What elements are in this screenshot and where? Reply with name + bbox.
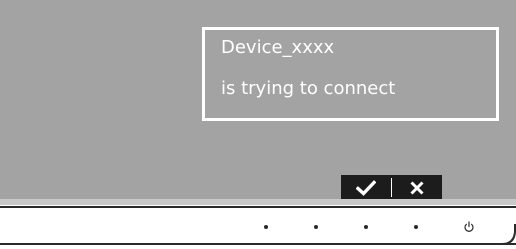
monitor-screen: Device_xxxx is trying to connect	[0, 0, 516, 200]
power-icon	[464, 221, 474, 232]
power-button[interactable]	[461, 218, 477, 236]
accept-button[interactable]	[341, 175, 391, 200]
screen-bottom-edge	[0, 199, 516, 205]
hardware-button-row	[0, 218, 516, 238]
hw-button-2[interactable]	[314, 225, 318, 229]
reject-button[interactable]	[392, 175, 442, 200]
hw-button-3[interactable]	[364, 225, 368, 229]
hw-button-4[interactable]	[414, 225, 418, 229]
device-name: Device_xxxx	[221, 37, 335, 58]
bezel-corner-curve	[496, 224, 516, 245]
bezel-top-line	[0, 206, 516, 208]
connection-message: is trying to connect	[221, 78, 396, 99]
osd-action-bar	[341, 175, 442, 200]
connection-notification: Device_xxxx is trying to connect	[202, 27, 499, 121]
close-icon	[410, 180, 424, 195]
checkmark-icon	[356, 179, 376, 196]
hw-button-1[interactable]	[264, 225, 268, 229]
bezel-bottom-line	[0, 243, 516, 245]
